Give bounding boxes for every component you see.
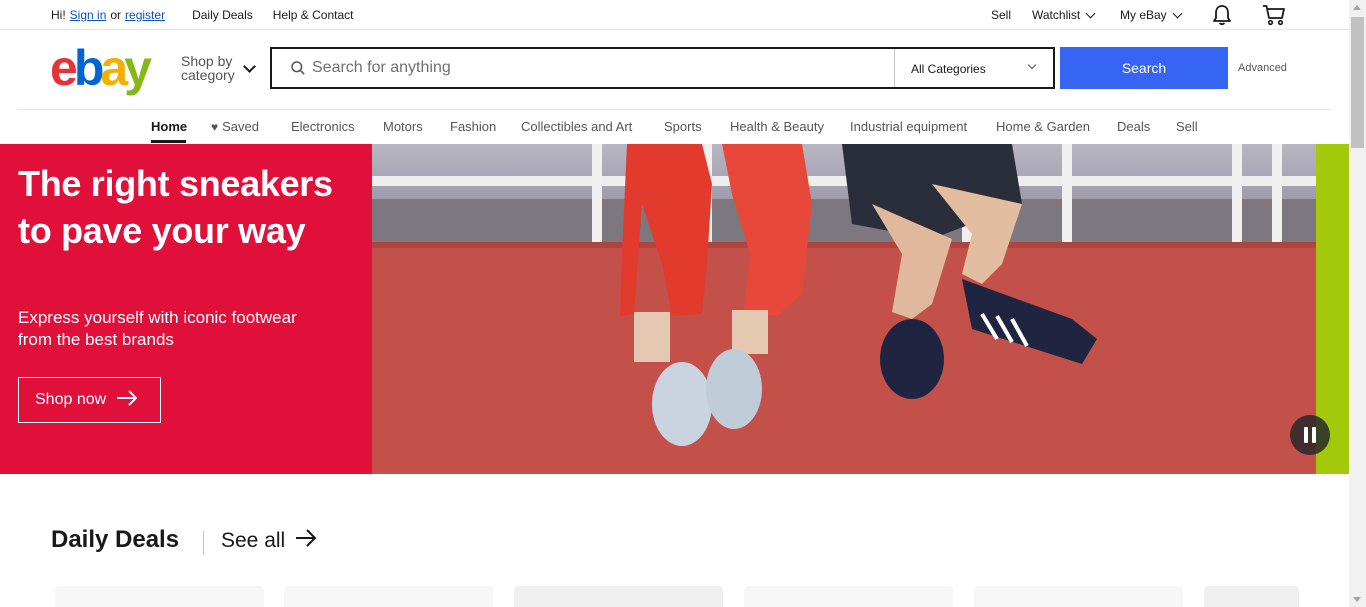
shop-by-label: Shop by [181, 53, 233, 69]
bell-icon[interactable] [1211, 4, 1233, 29]
deal-card[interactable] [974, 586, 1183, 607]
see-all-label: See all [221, 529, 286, 552]
chevron-down-icon [1085, 8, 1096, 18]
chevron-down-icon [1027, 60, 1037, 70]
nav-item-saved[interactable]: ♥ Saved [211, 119, 259, 134]
greeting: Hi! [51, 8, 66, 22]
watchlist-dropdown[interactable]: Watchlist [1032, 8, 1096, 22]
cart-icon[interactable] [1262, 4, 1286, 29]
sell-link[interactable]: Sell [991, 8, 1011, 22]
nav-item-industrial[interactable]: Industrial equipment [850, 119, 967, 134]
page-scrollbar[interactable] [1349, 0, 1366, 607]
topbar-left: Hi! Sign in or register Daily Deals Help… [51, 8, 353, 22]
heart-icon: ♥ [211, 120, 219, 134]
hero-title: The right sneakers to pave your way [18, 163, 333, 251]
scrollbar-thumb[interactable] [1351, 17, 1364, 148]
advanced-search-link[interactable]: Advanced [1238, 62, 1287, 74]
hero-subtitle: Express yourself with iconic footwear fr… [18, 308, 297, 349]
nav-item-collectibles[interactable]: Collectibles and Art [521, 119, 632, 134]
scroll-down-icon[interactable] [1353, 597, 1361, 602]
nav-item-sports[interactable]: Sports [664, 119, 702, 134]
nav-item-fashion[interactable]: Fashion [450, 119, 496, 134]
nav-item-electronics[interactable]: Electronics [291, 119, 355, 134]
help-contact-link[interactable]: Help & Contact [273, 8, 354, 22]
deal-card[interactable] [514, 586, 723, 607]
my-ebay-dropdown[interactable]: My eBay [1120, 8, 1183, 22]
hero-banner-panel: The right sneakers to pave your way Expr… [0, 144, 372, 474]
category-select-value: All Categories [911, 62, 986, 76]
main-header: ebay Shop by category All Categories Sea… [0, 31, 1349, 109]
search-button[interactable]: Search [1060, 47, 1228, 89]
nav-item-saved-label: Saved [222, 119, 259, 134]
category-nav: Home ♥ Saved Electronics Motors Fashion C… [0, 110, 1349, 143]
shop-now-label: Shop now [35, 391, 107, 408]
daily-deals-heading: Daily Deals [51, 526, 180, 553]
deal-card[interactable] [55, 586, 264, 607]
nav-item-motors[interactable]: Motors [383, 119, 423, 134]
deal-card[interactable] [1204, 586, 1299, 607]
nav-item-health-beauty[interactable]: Health & Beauty [730, 119, 824, 134]
nav-item-sell[interactable]: Sell [1176, 119, 1198, 134]
nav-item-deals[interactable]: Deals [1117, 119, 1150, 134]
register-link[interactable]: register [125, 8, 165, 22]
search-icon [291, 61, 305, 75]
daily-deals-link[interactable]: Daily Deals [192, 8, 253, 22]
search-input[interactable] [312, 49, 882, 87]
watchlist-label: Watchlist [1032, 8, 1081, 22]
arrow-right-icon [295, 529, 317, 553]
nav-item-home-garden[interactable]: Home & Garden [996, 119, 1090, 134]
arrow-right-icon [116, 389, 138, 411]
active-tab-indicator [151, 140, 186, 143]
deal-card[interactable] [284, 586, 493, 607]
nav-item-home[interactable]: Home [151, 119, 187, 134]
top-utility-bar: Hi! Sign in or register Daily Deals Help… [0, 0, 1349, 30]
shop-now-button[interactable]: Shop now [18, 377, 161, 423]
hero-image-sneakers[interactable] [372, 144, 1316, 474]
chevron-down-icon [243, 60, 256, 73]
or-text: or [110, 8, 122, 22]
sign-in-link[interactable]: Sign in [70, 8, 107, 22]
pause-icon[interactable] [1290, 415, 1330, 455]
scroll-up-icon[interactable] [1353, 5, 1361, 10]
search-bar: All Categories [270, 47, 1055, 89]
deal-card[interactable] [744, 586, 953, 607]
shop-by-category-button[interactable]: Shop by category [181, 54, 235, 82]
category-label: category [181, 67, 235, 83]
chevron-down-icon [1172, 8, 1183, 18]
my-ebay-label: My eBay [1120, 8, 1167, 22]
see-all-link[interactable]: See all [221, 529, 317, 553]
ebay-logo[interactable]: ebay [50, 43, 152, 93]
section-divider [203, 531, 204, 555]
category-select[interactable]: All Categories [894, 49, 1053, 87]
